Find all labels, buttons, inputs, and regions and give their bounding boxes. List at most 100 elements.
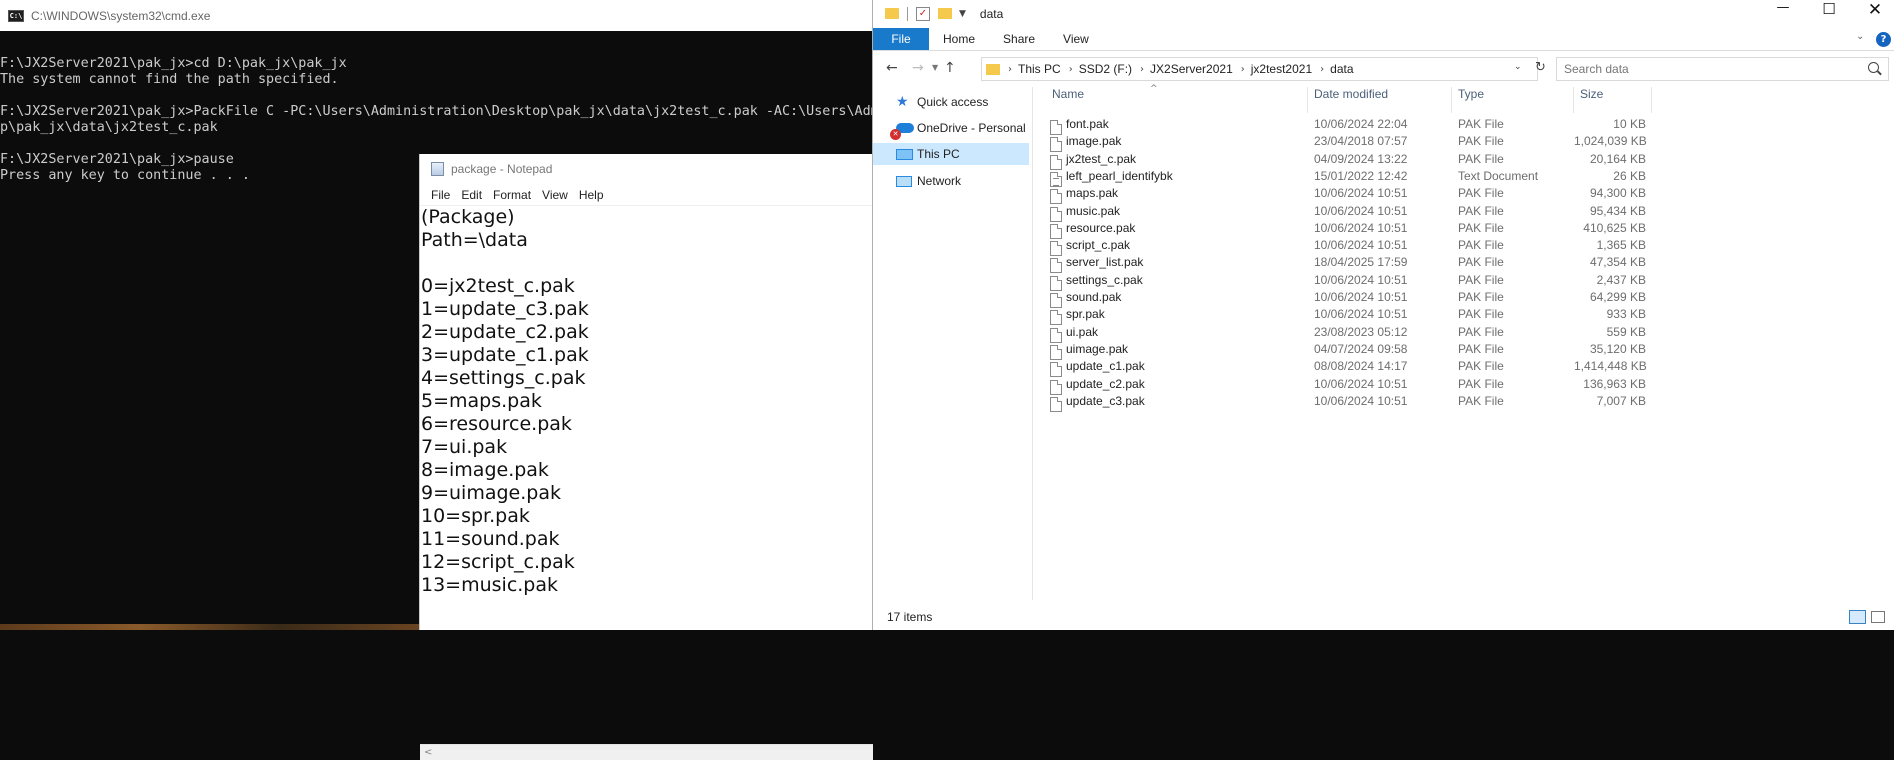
notepad-text-line: 2=update_c2.pak bbox=[421, 321, 589, 343]
desktop-wallpaper-strip bbox=[0, 624, 420, 630]
properties-icon[interactable]: ✓ bbox=[916, 6, 930, 21]
close-button[interactable]: ✕ bbox=[1852, 0, 1894, 27]
column-header-name[interactable]: Name ^ bbox=[1046, 84, 1308, 113]
cmd-titlebar[interactable]: C:\ C:\WINDOWS\system32\cmd.exe bbox=[0, 0, 872, 31]
notepad-text-line: 5=maps.pak bbox=[421, 390, 542, 412]
breadcrumb-jx2test2021[interactable]: jx2test2021 bbox=[1251, 62, 1312, 76]
file-icon bbox=[1050, 344, 1062, 360]
nav-item-label: OneDrive - Personal bbox=[917, 121, 1026, 135]
explorer-titlebar[interactable]: ✓ ▼ data — ☐ ✕ bbox=[873, 0, 1894, 27]
ribbon-tab-home[interactable]: Home bbox=[929, 28, 989, 50]
address-dropdown-icon[interactable]: ⌄ bbox=[1514, 62, 1522, 72]
scroll-left-arrow-icon[interactable]: < bbox=[424, 745, 432, 760]
notepad-menu-view[interactable]: View bbox=[542, 188, 568, 202]
notepad-text-line: 6=resource.pak bbox=[421, 413, 572, 435]
cmd-icon: C:\ bbox=[8, 9, 24, 22]
network-icon bbox=[896, 175, 912, 187]
forward-arrow-icon[interactable]: → bbox=[912, 60, 924, 76]
cmd-window-title: C:\WINDOWS\system32\cmd.exe bbox=[31, 8, 211, 23]
console-line: F:\JX2Server2021\pak_jx>cd D:\pak_jx\pak… bbox=[0, 56, 347, 71]
notepad-text-line bbox=[421, 252, 873, 275]
notepad-horizontal-scrollbar[interactable]: < bbox=[420, 744, 873, 760]
notepad-text-line: 13=music.pak bbox=[421, 574, 559, 596]
column-header-date[interactable]: Date modified bbox=[1308, 87, 1452, 113]
notepad-menu-file[interactable]: File bbox=[431, 188, 450, 202]
address-bar[interactable]: › This PC › SSD2 (F:) › JX2Server2021 › … bbox=[981, 57, 1538, 81]
ribbon-tab-file[interactable]: File bbox=[873, 28, 929, 50]
notepad-menu-help[interactable]: Help bbox=[579, 188, 604, 202]
notepad-text-area[interactable]: (Package) Path=\data 0=jx2test_c.pak 1=upda… bbox=[421, 206, 873, 600]
column-header-type[interactable]: Type bbox=[1452, 87, 1574, 113]
navigation-bar: ← → ▼ ↑ › This PC › SSD2 (F:) › JX2Serve… bbox=[873, 51, 1894, 87]
search-input[interactable] bbox=[1564, 61, 1854, 77]
star-icon: ★ bbox=[896, 94, 909, 110]
file-icon bbox=[1050, 310, 1062, 326]
back-arrow-icon[interactable]: ← bbox=[886, 60, 898, 76]
sync-error-icon: ✕ bbox=[890, 129, 901, 140]
notepad-text-line: 9=uimage.pak bbox=[421, 482, 561, 504]
new-folder-icon[interactable] bbox=[938, 8, 952, 19]
file-icon bbox=[1050, 396, 1062, 412]
notepad-menu-format[interactable]: Format bbox=[493, 188, 531, 202]
ribbon-tab-share[interactable]: Share bbox=[989, 28, 1049, 50]
chevron-right-icon[interactable]: › bbox=[1320, 64, 1324, 75]
file-row[interactable]: update_c3.pak 10/06/2024 10:51 PAK File 7,0… bbox=[1046, 394, 1886, 415]
explorer-window-title: data bbox=[979, 6, 1004, 21]
file-explorer-window[interactable]: ✓ ▼ data — ☐ ✕ File Home Share View ⌄ ? … bbox=[872, 0, 1894, 630]
quick-access-dropdown-icon[interactable]: ▼ bbox=[959, 9, 966, 19]
console-line: p\pak_jx\data\jx2test_c.pak bbox=[0, 120, 218, 135]
nav-item-onedrive[interactable]: ✕ OneDrive - Personal bbox=[873, 117, 1029, 140]
large-icons-view-button[interactable] bbox=[1871, 611, 1885, 623]
expand-ribbon-icon[interactable]: ⌄ bbox=[1856, 31, 1864, 42]
sort-ascending-icon: ^ bbox=[1150, 84, 1158, 94]
notepad-menu-edit[interactable]: Edit bbox=[461, 188, 482, 202]
file-icon bbox=[1050, 137, 1062, 153]
file-icon bbox=[1050, 275, 1062, 291]
search-icon[interactable] bbox=[1868, 62, 1879, 73]
up-arrow-icon[interactable]: ↑ bbox=[944, 60, 956, 76]
nav-item-label: This PC bbox=[917, 147, 960, 161]
file-icon bbox=[1050, 327, 1062, 343]
notepad-window[interactable]: package - Notepad File Edit Format View Help… bbox=[419, 154, 873, 760]
minimize-button[interactable]: — bbox=[1760, 0, 1806, 27]
folder-icon bbox=[885, 8, 899, 19]
notepad-text-line: 1=update_c3.pak bbox=[421, 298, 589, 320]
refresh-icon[interactable]: ↻ bbox=[1535, 60, 1546, 75]
console-line: The system cannot find the path specifie… bbox=[0, 72, 339, 87]
notepad-text-line: 10=spr.pak bbox=[421, 505, 530, 527]
status-bar: 17 items bbox=[873, 604, 1894, 630]
chevron-right-icon[interactable]: › bbox=[1140, 64, 1144, 75]
nav-item-network[interactable]: Network bbox=[873, 170, 1029, 192]
nav-item-quick-access[interactable]: ★ Quick access bbox=[873, 91, 1029, 113]
details-view-button[interactable] bbox=[1849, 610, 1866, 624]
column-headers: Name ^ Date modified Type Size bbox=[1046, 84, 1886, 113]
chevron-right-icon[interactable]: › bbox=[1069, 64, 1073, 75]
breadcrumb-data[interactable]: data bbox=[1330, 62, 1353, 76]
search-box[interactable] bbox=[1556, 57, 1889, 81]
column-header-size[interactable]: Size bbox=[1574, 87, 1652, 113]
breadcrumb-jx2server2021[interactable]: JX2Server2021 bbox=[1150, 62, 1233, 76]
notepad-text-line: 11=sound.pak bbox=[421, 528, 560, 550]
notepad-text-line: Path=\data bbox=[421, 229, 528, 251]
maximize-button[interactable]: ☐ bbox=[1806, 0, 1852, 27]
file-icon bbox=[1050, 206, 1062, 222]
nav-item-label: Network bbox=[917, 174, 962, 188]
file-date-modified: 10/06/2024 10:51 bbox=[1314, 393, 1408, 408]
ribbon-tab-view[interactable]: View bbox=[1049, 28, 1103, 50]
breadcrumb-ssd2[interactable]: SSD2 (F:) bbox=[1079, 62, 1132, 76]
recent-locations-icon[interactable]: ▼ bbox=[932, 63, 938, 72]
notepad-text-line: 7=ui.pak bbox=[421, 436, 508, 458]
file-size: 7,007 KB bbox=[1596, 393, 1646, 408]
breadcrumb-this-pc[interactable]: This PC bbox=[1018, 62, 1061, 76]
chevron-right-icon[interactable]: › bbox=[1008, 64, 1012, 75]
column-header-label: Name bbox=[1052, 87, 1085, 101]
file-icon bbox=[1050, 379, 1062, 395]
notepad-titlebar[interactable]: package - Notepad bbox=[420, 154, 872, 184]
nav-item-this-pc[interactable]: This PC bbox=[873, 143, 1029, 165]
chevron-right-icon[interactable]: › bbox=[1241, 64, 1245, 75]
help-icon[interactable]: ? bbox=[1876, 32, 1891, 47]
notepad-text-line: (Package) bbox=[421, 206, 515, 228]
file-icon bbox=[1050, 189, 1062, 205]
